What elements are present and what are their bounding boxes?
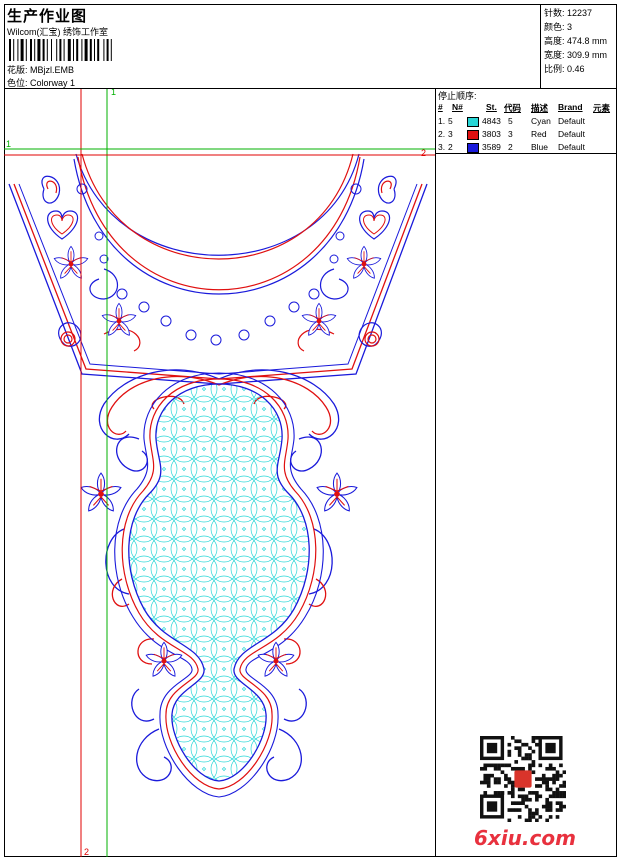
col-n: N# <box>452 102 463 112</box>
legend-row-stitches: 3589 <box>482 142 501 152</box>
legend-row-index: 1. <box>438 116 446 126</box>
design-label: 花版: <box>7 65 28 75</box>
watermark-text: 6xiu.com <box>474 826 576 850</box>
legend-row-brand: Default <box>558 142 585 152</box>
worksheet-header: 生产作业图 Wilcom(汇宝) 绣饰工作室 花版: MBjzl.EMB 色位:… <box>4 4 617 89</box>
legend-row-stitches: 3803 <box>482 129 501 139</box>
stats-panel: 针数: 12237 颜色: 3 高度: 474.8 mm 宽度: 309.9 m… <box>544 6 607 76</box>
legend-row-needle: 3 <box>448 129 453 139</box>
legend-row-brand: Default <box>558 129 585 139</box>
legend-title: 停止顺序: <box>438 91 477 101</box>
qr-code-image <box>480 736 566 822</box>
colorway-value: Colorway 1 <box>30 78 76 88</box>
legend-row-index: 2. <box>438 129 446 139</box>
legend-row-desc: Red <box>531 129 547 139</box>
legend-color-swatch <box>467 130 479 140</box>
legend-row-needle: 2 <box>448 142 453 152</box>
guide-label-v-red: 2 <box>84 847 89 857</box>
stat-colors: 颜色: 3 <box>544 22 573 32</box>
colorway-line: 色位: Colorway 1 <box>7 76 75 89</box>
legend-row-brand: Default <box>558 116 585 126</box>
legend-separator <box>436 153 617 154</box>
design-file-line: 花版: MBjzl.EMB <box>7 63 74 76</box>
stat-stitches: 针数: 12237 <box>544 8 593 18</box>
stat-scale: 比例: 0.46 <box>544 64 585 74</box>
guide-label-v-green: 1 <box>111 89 116 97</box>
legend-row-desc: Blue <box>531 142 549 152</box>
barcode-image <box>9 39 112 61</box>
page-title: 生产作业图 <box>7 8 88 25</box>
legend-row-desc: Cyan <box>531 116 551 126</box>
stat-height: 高度: 474.8 mm <box>544 36 608 46</box>
col-stitches: St. <box>486 102 497 112</box>
legend-row-code: 2 <box>508 142 513 152</box>
legend-color-swatch <box>467 143 479 153</box>
legend-color-swatch <box>467 117 479 127</box>
col-brand: Brand <box>558 102 583 112</box>
legend-row: 1. 5 4843 5 Cyan Default <box>438 116 616 128</box>
legend-row-stitches: 4843 <box>482 116 501 126</box>
stat-width: 宽度: 309.9 mm <box>544 50 608 60</box>
legend-row-code: 3 <box>508 129 513 139</box>
studio-subtitle: Wilcom(汇宝) 绣饰工作室 <box>7 27 108 37</box>
legend-row-index: 3. <box>438 142 446 152</box>
colorway-label: 色位: <box>7 78 28 88</box>
embroidery-preview: 1 2 1 2 <box>4 89 435 857</box>
col-code: 代码 <box>504 103 522 113</box>
col-desc: 描述 <box>531 103 549 113</box>
embroidery-design-area: 1 2 1 2 <box>4 89 435 857</box>
legend-row-code: 5 <box>508 116 513 126</box>
guide-label-h-green: 1 <box>6 139 11 149</box>
header-info: 生产作业图 Wilcom(汇宝) 绣饰工作室 花版: MBjzl.EMB 色位:… <box>4 4 541 88</box>
col-element: 元素 <box>593 103 611 113</box>
col-hash: # <box>438 102 443 112</box>
legend-row-needle: 5 <box>448 116 453 126</box>
design-file-value: MBjzl.EMB <box>30 65 75 75</box>
guide-label-h-red: 2 <box>421 148 426 158</box>
legend-row: 2. 3 3803 3 Red Default <box>438 129 616 141</box>
